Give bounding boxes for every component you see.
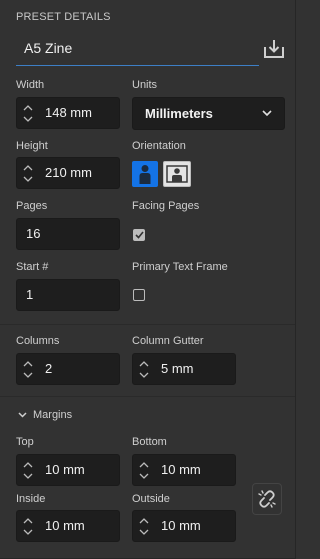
pages-label: Pages: [16, 200, 48, 212]
chevron-up-icon[interactable]: [23, 360, 33, 367]
margin-top-spin-buttons[interactable]: [17, 455, 39, 485]
orientation-portrait-button[interactable]: [132, 161, 158, 187]
chevron-up-icon[interactable]: [23, 164, 33, 171]
pages-value[interactable]: 16: [26, 219, 40, 249]
orientation-landscape-button[interactable]: [163, 161, 191, 187]
width-spin-buttons[interactable]: [17, 98, 39, 128]
column-gutter-label: Column Gutter: [132, 335, 204, 347]
save-preset-icon: [264, 40, 284, 58]
margin-bottom-spin-buttons[interactable]: [133, 455, 155, 485]
portrait-person-icon: [139, 165, 151, 184]
margin-bottom-stepper[interactable]: 10 mm: [132, 454, 236, 486]
margin-inside-label: Inside: [16, 493, 46, 505]
landscape-person-icon: [166, 165, 188, 183]
checkmark-icon: [134, 231, 144, 239]
start-number-value[interactable]: 1: [26, 280, 33, 310]
chevron-up-icon[interactable]: [23, 517, 33, 524]
chevron-down-icon[interactable]: [18, 412, 27, 418]
column-gutter-value[interactable]: 5 mm: [161, 354, 194, 384]
chevron-down-icon[interactable]: [23, 372, 33, 378]
column-gutter-spin-buttons[interactable]: [133, 354, 155, 384]
chevron-down-icon[interactable]: [23, 473, 33, 479]
margin-outside-value[interactable]: 10 mm: [161, 511, 201, 541]
margin-bottom-value[interactable]: 10 mm: [161, 455, 201, 485]
margin-inside-spin-buttons[interactable]: [17, 511, 39, 541]
height-spin-buttons[interactable]: [17, 158, 39, 188]
margin-top-value[interactable]: 10 mm: [45, 455, 85, 485]
pages-input[interactable]: 16: [16, 218, 120, 250]
panel-title: PRESET DETAILS: [16, 11, 111, 23]
height-stepper[interactable]: 210 mm: [16, 157, 120, 189]
chevron-down-icon[interactable]: [139, 529, 149, 535]
columns-value[interactable]: 2: [45, 354, 52, 384]
column-gutter-stepper[interactable]: 5 mm: [132, 353, 236, 385]
chevron-down-icon: [262, 110, 272, 117]
primary-text-frame-label: Primary Text Frame: [132, 261, 228, 273]
columns-spin-buttons[interactable]: [17, 354, 39, 384]
orientation-label: Orientation: [132, 140, 186, 152]
margin-outside-label: Outside: [132, 493, 170, 505]
margin-inside-value[interactable]: 10 mm: [45, 511, 85, 541]
chevron-up-icon[interactable]: [23, 104, 33, 111]
divider: [0, 324, 295, 325]
chevron-up-icon[interactable]: [23, 461, 33, 468]
chevron-down-icon[interactable]: [23, 529, 33, 535]
facing-pages-label: Facing Pages: [132, 200, 200, 212]
chevron-down-icon[interactable]: [23, 116, 33, 122]
preset-name-field[interactable]: A5 Zine: [16, 33, 259, 66]
margins-section-title: Margins: [33, 409, 73, 421]
columns-label: Columns: [16, 335, 60, 347]
facing-pages-checkbox[interactable]: [133, 229, 145, 241]
width-value[interactable]: 148 mm: [45, 98, 92, 128]
start-number-input[interactable]: 1: [16, 279, 120, 311]
units-value: Millimeters: [145, 106, 213, 121]
chevron-down-icon[interactable]: [139, 473, 149, 479]
save-preset-button[interactable]: [261, 36, 287, 62]
margin-top-stepper[interactable]: 10 mm: [16, 454, 120, 486]
preset-details-panel: PRESET DETAILS A5 Zine Width Units 148 m…: [0, 0, 296, 559]
margins-section-toggle[interactable]: Margins: [18, 409, 72, 421]
margin-bottom-label: Bottom: [132, 436, 167, 448]
link-margins-button[interactable]: [252, 483, 282, 515]
chevron-down-icon[interactable]: [23, 176, 33, 182]
chevron-up-icon[interactable]: [139, 517, 149, 524]
margin-outside-spin-buttons[interactable]: [133, 511, 155, 541]
primary-text-frame-checkbox[interactable]: [133, 289, 145, 301]
margin-outside-stepper[interactable]: 10 mm: [132, 510, 236, 542]
height-value[interactable]: 210 mm: [45, 158, 92, 188]
units-label: Units: [132, 79, 158, 91]
chevron-down-icon[interactable]: [139, 372, 149, 378]
margin-top-label: Top: [16, 436, 34, 448]
chevron-up-icon[interactable]: [139, 360, 149, 367]
chevron-up-icon[interactable]: [139, 461, 149, 468]
broken-chain-link-icon: [258, 490, 276, 508]
height-label: Height: [16, 140, 48, 152]
columns-stepper[interactable]: 2: [16, 353, 120, 385]
start-number-label: Start #: [16, 261, 49, 273]
units-dropdown[interactable]: Millimeters: [132, 97, 285, 130]
divider: [0, 396, 295, 397]
margin-inside-stepper[interactable]: 10 mm: [16, 510, 120, 542]
width-stepper[interactable]: 148 mm: [16, 97, 120, 129]
width-label: Width: [16, 79, 45, 91]
